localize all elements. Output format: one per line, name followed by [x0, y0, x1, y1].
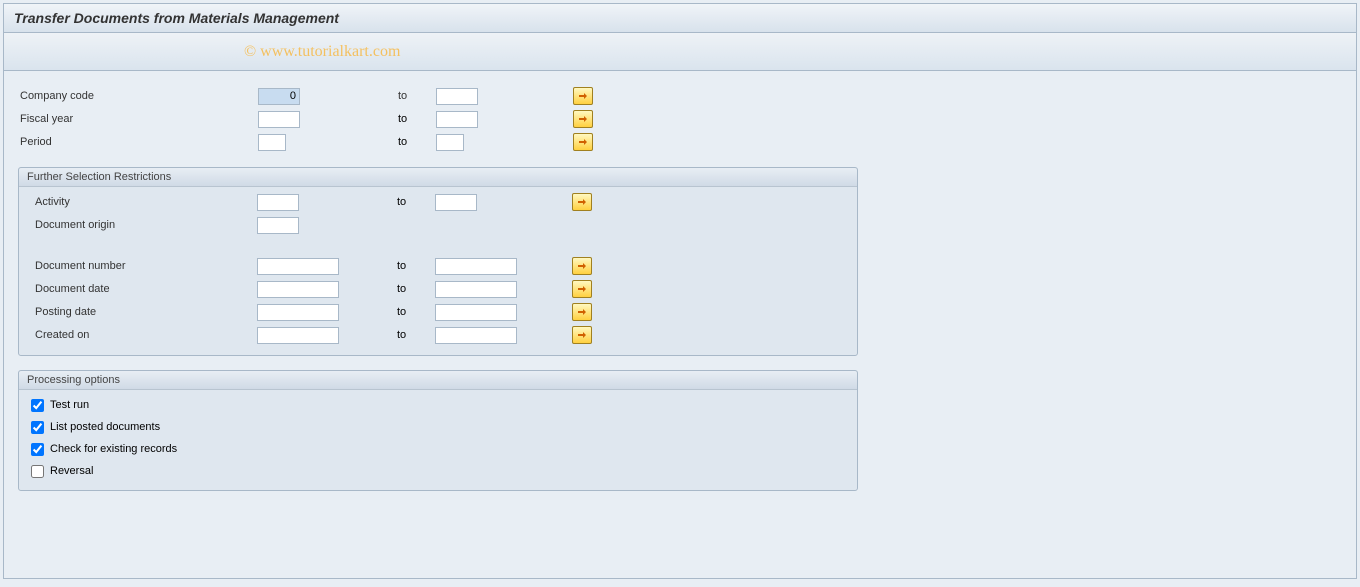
row-reversal: Reversal — [25, 460, 851, 482]
label-posting-date-to: to — [397, 306, 435, 318]
row-document-origin: Document origin — [25, 214, 851, 236]
input-company-code-from[interactable] — [258, 88, 300, 105]
label-activity: Activity — [25, 196, 257, 208]
input-activity-to[interactable] — [435, 194, 477, 211]
input-document-date-from[interactable] — [257, 281, 339, 298]
checkbox-list-posted[interactable] — [31, 421, 44, 434]
input-posting-date-to[interactable] — [435, 304, 517, 321]
row-document-number: Document number to — [25, 255, 851, 277]
input-period-to[interactable] — [436, 134, 464, 151]
label-document-number-to: to — [397, 260, 435, 272]
multiple-selection-document-number-icon[interactable] — [572, 257, 592, 275]
label-activity-to: to — [397, 196, 435, 208]
section-body-further: Activity to Document origin — [19, 187, 857, 346]
input-posting-date-from[interactable] — [257, 304, 339, 321]
checkbox-reversal[interactable] — [31, 465, 44, 478]
row-fiscal-year: Fiscal year to — [18, 108, 1342, 130]
toolbar: © www.tutorialkart.com — [4, 33, 1356, 71]
input-document-number-from[interactable] — [257, 258, 339, 275]
checkbox-test-run[interactable] — [31, 399, 44, 412]
row-posting-date: Posting date to — [25, 301, 851, 323]
watermark-text: © www.tutorialkart.com — [244, 43, 400, 61]
label-list-posted: List posted documents — [50, 421, 160, 433]
input-document-origin[interactable] — [257, 217, 299, 234]
section-processing-options: Processing options Test run List posted … — [18, 370, 858, 491]
page-title: Transfer Documents from Materials Manage… — [4, 4, 1356, 33]
multiple-selection-document-date-icon[interactable] — [572, 280, 592, 298]
input-document-date-to[interactable] — [435, 281, 517, 298]
input-created-on-from[interactable] — [257, 327, 339, 344]
input-period-from[interactable] — [258, 134, 286, 151]
label-company-code: Company code — [18, 90, 258, 102]
section-header-further: Further Selection Restrictions — [19, 168, 857, 187]
label-document-origin: Document origin — [25, 219, 257, 231]
top-selection-rows: Company code to Fiscal year to — [18, 85, 1342, 153]
label-test-run: Test run — [50, 399, 89, 411]
checkbox-check-existing[interactable] — [31, 443, 44, 456]
label-posting-date: Posting date — [25, 306, 257, 318]
row-created-on: Created on to — [25, 324, 851, 346]
section-further-restrictions: Further Selection Restrictions Activity … — [18, 167, 858, 356]
row-test-run: Test run — [25, 394, 851, 416]
row-check-existing: Check for existing records — [25, 438, 851, 460]
multiple-selection-fiscal-year-icon[interactable] — [573, 110, 593, 128]
label-document-date-to: to — [397, 283, 435, 295]
label-document-number: Document number — [25, 260, 257, 272]
section-header-processing: Processing options — [19, 371, 857, 390]
multiple-selection-period-icon[interactable] — [573, 133, 593, 151]
input-document-number-to[interactable] — [435, 258, 517, 275]
label-period-to: to — [398, 136, 436, 148]
label-fiscal-year: Fiscal year — [18, 113, 258, 125]
content-area: Company code to Fiscal year to — [4, 71, 1356, 501]
row-document-date: Document date to — [25, 278, 851, 300]
input-company-code-to[interactable] — [436, 88, 478, 105]
input-fiscal-year-from[interactable] — [258, 111, 300, 128]
multiple-selection-posting-date-icon[interactable] — [572, 303, 592, 321]
window-container: Transfer Documents from Materials Manage… — [3, 3, 1357, 579]
input-activity-from[interactable] — [257, 194, 299, 211]
label-fiscal-year-to: to — [398, 113, 436, 125]
input-created-on-to[interactable] — [435, 327, 517, 344]
multiple-selection-activity-icon[interactable] — [572, 193, 592, 211]
label-reversal: Reversal — [50, 465, 93, 477]
row-company-code: Company code to — [18, 85, 1342, 107]
input-fiscal-year-to[interactable] — [436, 111, 478, 128]
row-period: Period to — [18, 131, 1342, 153]
multiple-selection-created-on-icon[interactable] — [572, 326, 592, 344]
row-list-posted: List posted documents — [25, 416, 851, 438]
label-created-on-to: to — [397, 329, 435, 341]
section-body-processing: Test run List posted documents Check for… — [19, 390, 857, 482]
label-company-code-to: to — [398, 90, 436, 102]
label-document-date: Document date — [25, 283, 257, 295]
multiple-selection-company-code-icon[interactable] — [573, 87, 593, 105]
label-check-existing: Check for existing records — [50, 443, 177, 455]
label-period: Period — [18, 136, 258, 148]
label-created-on: Created on — [25, 329, 257, 341]
row-activity: Activity to — [25, 191, 851, 213]
